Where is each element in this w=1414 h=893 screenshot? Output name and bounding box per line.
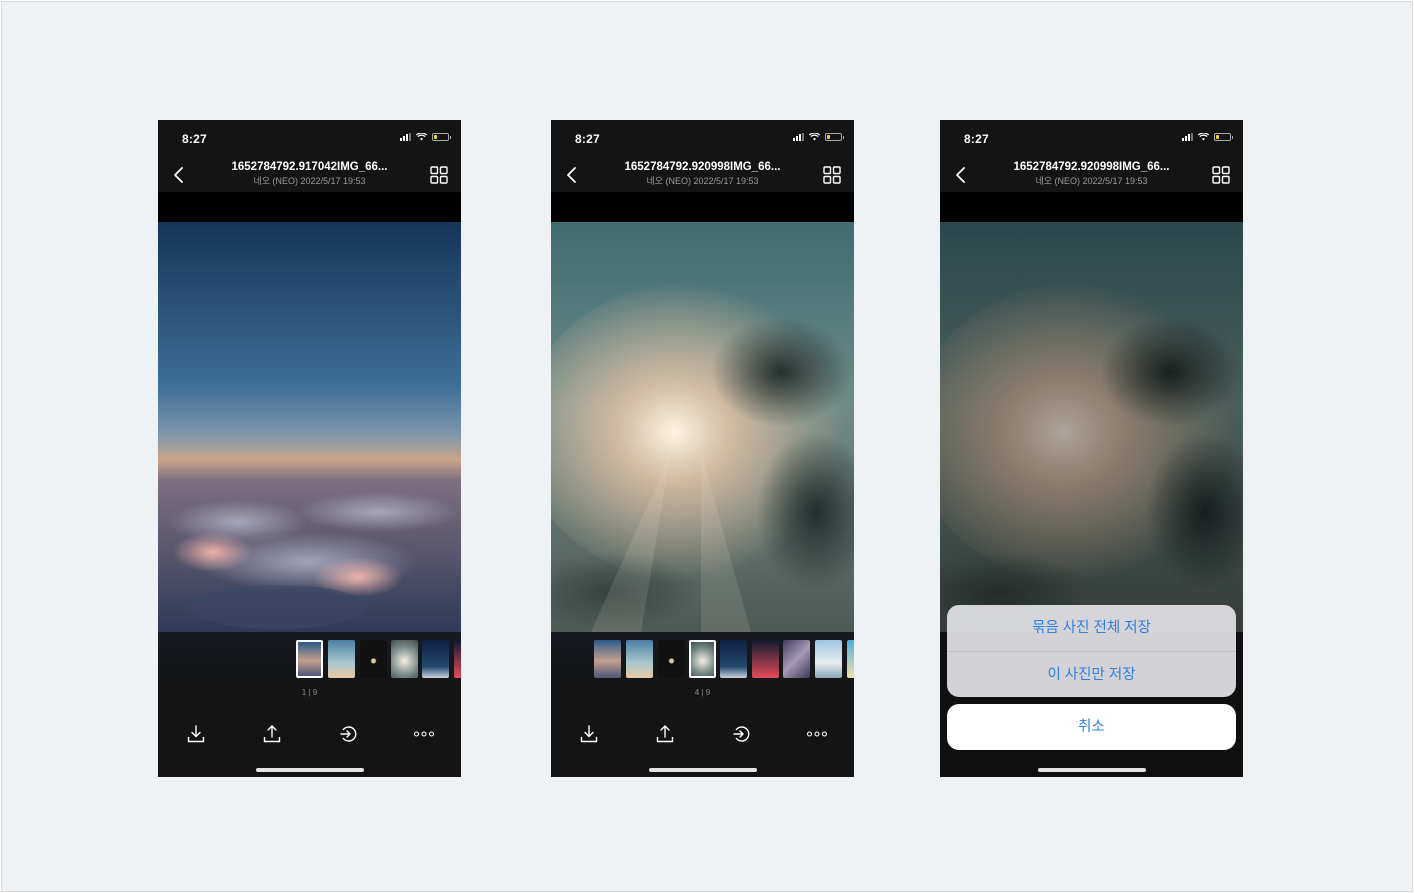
thumbnail-3[interactable] (658, 640, 685, 678)
download-icon (187, 725, 205, 743)
nav-bar: 1652784792.920998IMG_66... 네오 (NEO) 2022… (940, 158, 1243, 192)
back-button[interactable] (168, 164, 190, 186)
signal-icon (400, 133, 411, 141)
thumbnail-7[interactable] (783, 640, 810, 678)
grid-view-button[interactable] (429, 165, 449, 185)
thumbnail-8[interactable] (815, 640, 842, 678)
battery-icon (432, 133, 451, 141)
thumbnail-1[interactable] (594, 640, 621, 678)
thumbnail-6[interactable] (752, 640, 779, 678)
grid-view-button[interactable] (822, 165, 842, 185)
photo-subtitle: 네오 (NEO) 2022/5/17 19:53 (253, 176, 366, 186)
status-time: 8:27 (575, 132, 600, 146)
thumbnail-strip[interactable] (551, 640, 854, 680)
status-time: 8:27 (964, 132, 989, 146)
back-button[interactable] (561, 164, 583, 186)
thumbnail-4[interactable] (391, 640, 418, 678)
photo-counter: 4 | 9 (694, 688, 711, 697)
thumbnail-1[interactable] (296, 640, 323, 678)
home-indicator (649, 768, 757, 772)
status-bar: 8:27 (551, 120, 854, 160)
back-button[interactable] (950, 164, 972, 186)
nav-titles: 1652784792.917042IMG_66... 네오 (NEO) 2022… (208, 161, 411, 187)
thumbnail-9[interactable] (847, 640, 854, 678)
photo-title: 1652784792.920998IMG_66... (1013, 161, 1170, 173)
cancel-button[interactable]: 취소 (947, 704, 1236, 750)
thumbnail-strip[interactable] (158, 640, 461, 680)
forward-button[interactable] (729, 722, 753, 746)
forward-button[interactable] (336, 722, 360, 746)
thumbnail-6[interactable] (454, 640, 461, 678)
thumbnail-2[interactable] (626, 640, 653, 678)
battery-icon (1214, 133, 1233, 141)
photo-subtitle: 네오 (NEO) 2022/5/17 19:53 (646, 176, 759, 186)
share-icon (263, 725, 281, 743)
photo-image (158, 222, 461, 632)
bottom-panel: 4 | 9 (551, 632, 854, 777)
thumbnail-3[interactable] (360, 640, 387, 678)
download-button[interactable] (184, 722, 208, 746)
thumbnail-2[interactable] (328, 640, 355, 678)
status-time: 8:27 (182, 132, 207, 146)
photo-title: 1652784792.917042IMG_66... (231, 161, 388, 173)
forward-icon (733, 726, 750, 742)
photo-image (551, 222, 854, 632)
bottom-panel: 1 | 9 (158, 632, 461, 777)
photo-view[interactable] (940, 222, 1243, 632)
nav-titles: 1652784792.920998IMG_66... 네오 (NEO) 2022… (601, 161, 804, 187)
status-bar: 8:27 (940, 120, 1243, 160)
save-this-photo-button[interactable]: 이 사진만 저장 (947, 652, 1236, 697)
download-icon (580, 725, 598, 743)
more-button[interactable] (805, 722, 829, 746)
photo-counter: 1 | 9 (301, 688, 318, 697)
wifi-icon (416, 133, 427, 141)
status-icons (400, 133, 451, 141)
thumbnail-4[interactable] (689, 640, 716, 678)
home-indicator (1038, 768, 1146, 772)
action-sheet: 묶음 사진 전체 저장 이 사진만 저장 (947, 605, 1236, 697)
letterbox-top (158, 192, 461, 222)
thumbnail-5[interactable] (720, 640, 747, 678)
photo-view[interactable] (158, 222, 461, 632)
letterbox-top (551, 192, 854, 222)
photo-subtitle: 네오 (NEO) 2022/5/17 19:53 (1035, 176, 1148, 186)
grid-view-button[interactable] (1211, 165, 1231, 185)
signal-icon (1182, 133, 1193, 141)
status-bar: 8:27 (158, 120, 461, 160)
photo-title: 1652784792.920998IMG_66... (624, 161, 781, 173)
phone-screen-1: 8:27 1652784792.917042IMG_66... 네오 (NEO)… (158, 120, 461, 777)
share-button[interactable] (260, 722, 284, 746)
battery-icon (825, 133, 844, 141)
share-button[interactable] (653, 722, 677, 746)
bottom-toolbar (158, 722, 461, 746)
letterbox-top (940, 192, 1243, 222)
phone-screen-3: 8:27 1652784792.920998IMG_66... 네오 (NEO)… (940, 120, 1243, 777)
more-icon (806, 731, 828, 737)
signal-icon (793, 133, 804, 141)
wifi-icon (809, 133, 820, 141)
status-icons (1182, 133, 1233, 141)
thumbnail-5[interactable] (422, 640, 449, 678)
status-icons (793, 133, 844, 141)
share-icon (656, 725, 674, 743)
download-button[interactable] (577, 722, 601, 746)
nav-titles: 1652784792.920998IMG_66... 네오 (NEO) 2022… (990, 161, 1193, 187)
phone-screen-2: 8:27 1652784792.920998IMG_66... 네오 (NEO)… (551, 120, 854, 777)
save-all-bundle-button[interactable]: 묶음 사진 전체 저장 (947, 605, 1236, 651)
canvas: 8:27 1652784792.917042IMG_66... 네오 (NEO)… (1, 1, 1413, 892)
more-icon (413, 731, 435, 737)
nav-bar: 1652784792.917042IMG_66... 네오 (NEO) 2022… (158, 158, 461, 192)
nav-bar: 1652784792.920998IMG_66... 네오 (NEO) 2022… (551, 158, 854, 192)
photo-image (940, 222, 1243, 632)
more-button[interactable] (412, 722, 436, 746)
home-indicator (256, 768, 364, 772)
forward-icon (340, 726, 357, 742)
photo-view[interactable] (551, 222, 854, 632)
bottom-toolbar (551, 722, 854, 746)
wifi-icon (1198, 133, 1209, 141)
